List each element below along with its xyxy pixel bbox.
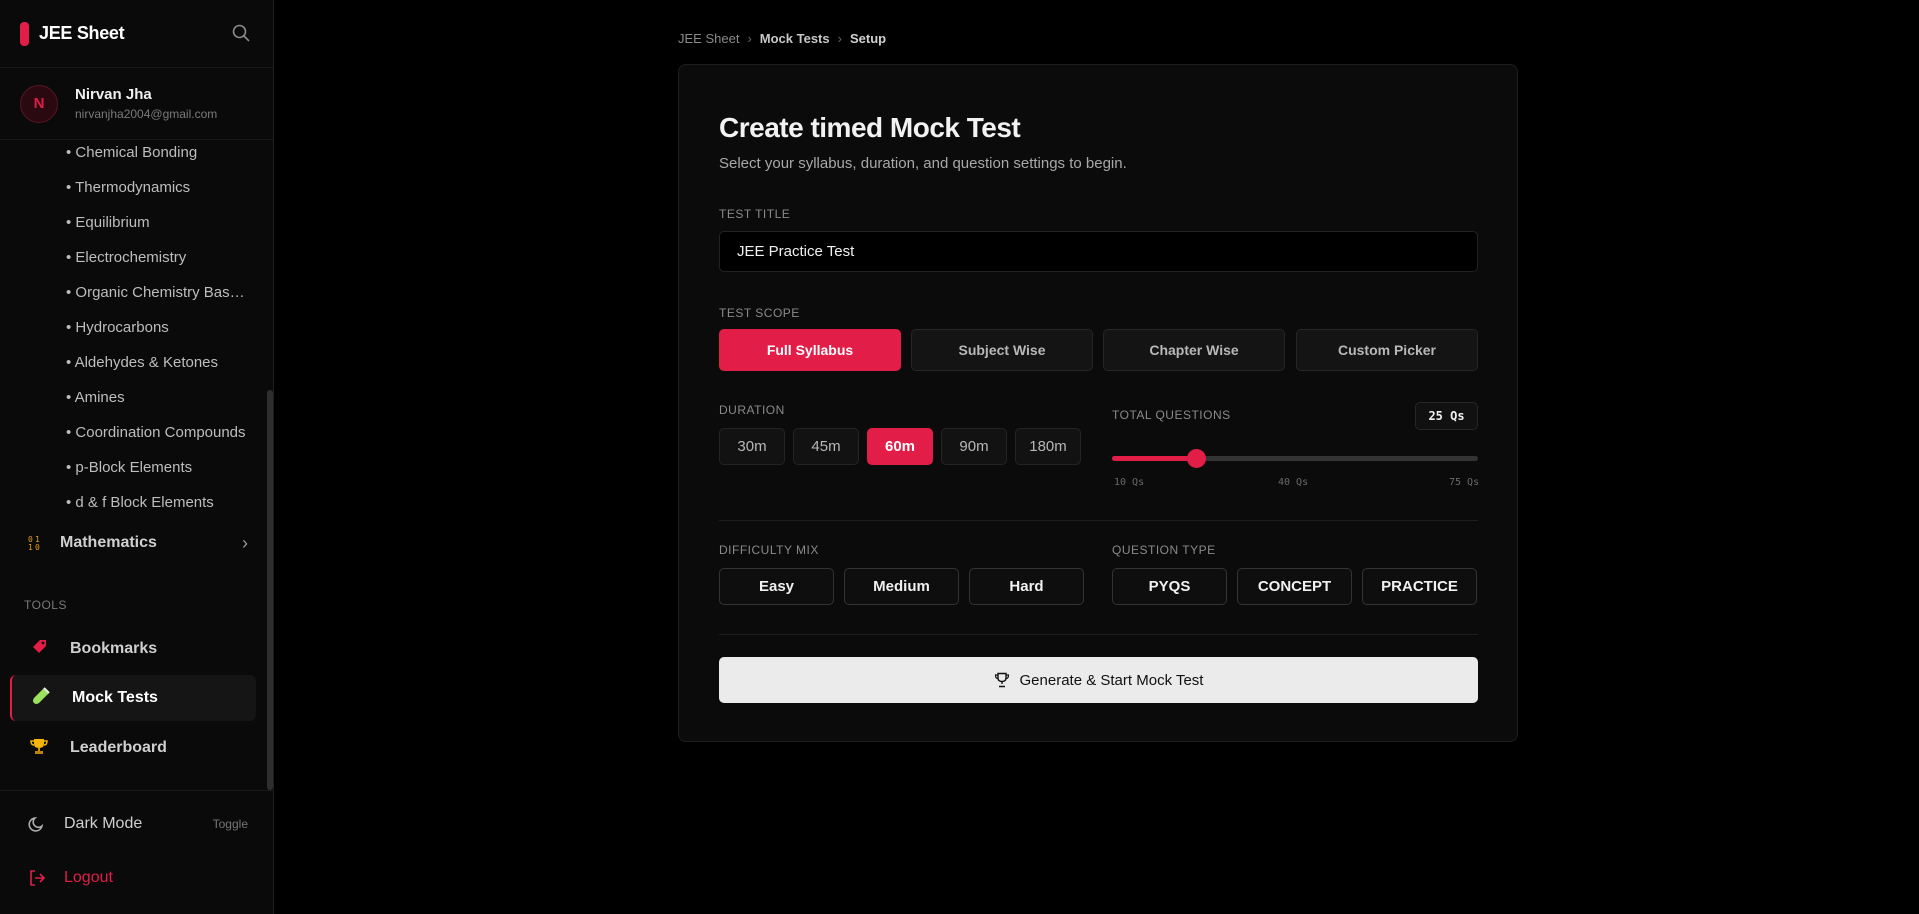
logout-label: Logout: [64, 869, 113, 886]
user-name: Nirvan Jha: [75, 86, 152, 103]
page-subtitle: Select your syllabus, duration, and ques…: [719, 155, 1127, 172]
section-divider: [719, 520, 1478, 521]
trophy-icon: [28, 737, 50, 760]
dark-mode-label: Dark Mode: [64, 815, 143, 832]
svg-text:0: 0: [35, 543, 40, 551]
chapter-item[interactable]: • Organic Chemistry Basics: [66, 284, 246, 301]
chapter-item[interactable]: • Chemical Bonding: [66, 144, 246, 161]
dark-mode-toggle[interactable]: Dark Mode Toggle: [28, 815, 248, 833]
slider-tick-max: 75 Qs: [1449, 477, 1480, 488]
question-type-practice-button[interactable]: PRACTICE: [1362, 568, 1477, 605]
scope-subject-wise-button[interactable]: Subject Wise: [911, 329, 1093, 371]
question-type-label: QUESTION TYPE: [1112, 543, 1216, 557]
chapter-item[interactable]: • Electrochemistry: [66, 249, 246, 266]
question-type-concept-button[interactable]: CONCEPT: [1237, 568, 1352, 605]
math-grid-icon: 0 11 0: [28, 535, 40, 551]
sidebar-footer: [0, 790, 273, 791]
user-email: nirvanjha2004@gmail.com: [75, 107, 218, 121]
breadcrumb-item[interactable]: JEE Sheet: [678, 31, 739, 46]
breadcrumb-separator: ›: [747, 31, 752, 46]
trophy-icon: [994, 672, 1009, 688]
chevron-right-icon: ›: [242, 532, 248, 553]
sidebar-item-mock-tests[interactable]: Mock Tests: [10, 675, 256, 721]
slider-tick-min: 10 Qs: [1114, 477, 1145, 488]
generate-start-label: Generate & Start Mock Test: [1019, 671, 1204, 689]
sidebar-item-bookmarks[interactable]: Bookmarks: [10, 626, 256, 672]
breadcrumb: JEE Sheet › Mock Tests › Setup: [678, 31, 886, 46]
breadcrumb-separator: ›: [837, 31, 842, 46]
duration-90m-button[interactable]: 90m: [941, 428, 1007, 465]
page-title: Create timed Mock Test: [719, 112, 1021, 143]
duration-label: DURATION: [719, 403, 785, 417]
sidebar-item-mathematics[interactable]: 0110 Mathematics ›: [28, 528, 248, 558]
moon-icon: [28, 816, 44, 832]
sidebar-item-label: Bookmarks: [70, 640, 158, 657]
total-questions-label: TOTAL QUESTIONS: [1112, 408, 1231, 422]
brand-logo: [20, 21, 29, 46]
duration-30m-button[interactable]: 30m: [719, 428, 785, 465]
breadcrumb-item[interactable]: Mock Tests: [760, 31, 830, 46]
search-icon: [232, 24, 250, 41]
sidebar-scrollbar[interactable]: [267, 390, 273, 790]
chapter-item[interactable]: • d & f Block Elements: [66, 494, 246, 511]
chapter-item[interactable]: • Equilibrium: [66, 214, 246, 231]
brand-header: JEE Sheet: [0, 0, 273, 68]
sidebar: JEE Sheet N Nirvan Jha nirvanjha2004@gma…: [0, 0, 274, 914]
scope-chapter-wise-button[interactable]: Chapter Wise: [1103, 329, 1285, 371]
chapter-item[interactable]: • Aldehydes & Ketones: [66, 354, 246, 371]
chapter-item[interactable]: • Coordination Compounds: [66, 424, 246, 441]
brand-title[interactable]: JEE Sheet: [39, 23, 125, 44]
toggle-hint: Toggle: [212, 817, 248, 831]
generate-start-button[interactable]: Generate & Start Mock Test: [719, 657, 1478, 703]
breadcrumb-current: Setup: [849, 31, 887, 46]
slider-thumb[interactable]: [1187, 449, 1207, 468]
question-count-badge: 25 Qs: [1415, 402, 1478, 430]
test-scope-label: TEST SCOPE: [719, 306, 800, 320]
sidebar-item-label: Mathematics: [60, 534, 157, 551]
chapter-item[interactable]: • Amines: [66, 389, 246, 406]
question-type-pyqs-button[interactable]: PYQS: [1112, 568, 1227, 605]
difficulty-easy-button[interactable]: Easy: [719, 568, 834, 605]
difficulty-hard-button[interactable]: Hard: [969, 568, 1084, 605]
scope-custom-picker-button[interactable]: Custom Picker: [1296, 329, 1478, 371]
user-profile[interactable]: N Nirvan Jha nirvanjha2004@gmail.com: [0, 68, 273, 140]
sidebar-item-leaderboard[interactable]: Leaderboard: [10, 725, 256, 771]
logout-button[interactable]: Logout: [28, 869, 248, 887]
test-title-label: TEST TITLE: [719, 207, 791, 221]
avatar: N: [20, 84, 58, 123]
bookmark-icon: [28, 638, 50, 661]
slider-fill: [1112, 456, 1197, 461]
slider-tick-mid: 40 Qs: [1278, 477, 1309, 488]
chapter-item[interactable]: • p-Block Elements: [66, 459, 246, 476]
chapter-item[interactable]: • Hydrocarbons: [66, 319, 246, 336]
sidebar-nav: • Chemical Bonding • Thermodynamics • Eq…: [0, 140, 266, 790]
svg-text:1: 1: [28, 543, 33, 551]
difficulty-medium-button[interactable]: Medium: [844, 568, 959, 605]
chapter-item[interactable]: • Thermodynamics: [66, 179, 246, 196]
mock-test-setup-card: Create timed Mock Test Select your sylla…: [678, 64, 1518, 742]
duration-45m-button[interactable]: 45m: [793, 428, 859, 465]
sidebar-item-label: Mock Tests: [72, 689, 158, 706]
sidebar-item-label: Leaderboard: [70, 739, 167, 756]
test-title-input[interactable]: [719, 231, 1478, 272]
difficulty-mix-label: DIFFICULTY MIX: [719, 543, 819, 557]
duration-180m-button[interactable]: 180m: [1015, 428, 1081, 465]
main-content: JEE Sheet › Mock Tests › Setup Create ti…: [274, 0, 1919, 914]
test-tube-icon: [30, 686, 52, 710]
section-divider: [719, 634, 1478, 635]
tools-heading: TOOLS: [24, 598, 67, 612]
duration-60m-button[interactable]: 60m: [867, 428, 933, 465]
logout-icon: [30, 870, 46, 886]
search-button[interactable]: [231, 23, 253, 45]
scope-full-syllabus-button[interactable]: Full Syllabus: [719, 329, 901, 371]
question-count-slider[interactable]: [1112, 449, 1478, 468]
